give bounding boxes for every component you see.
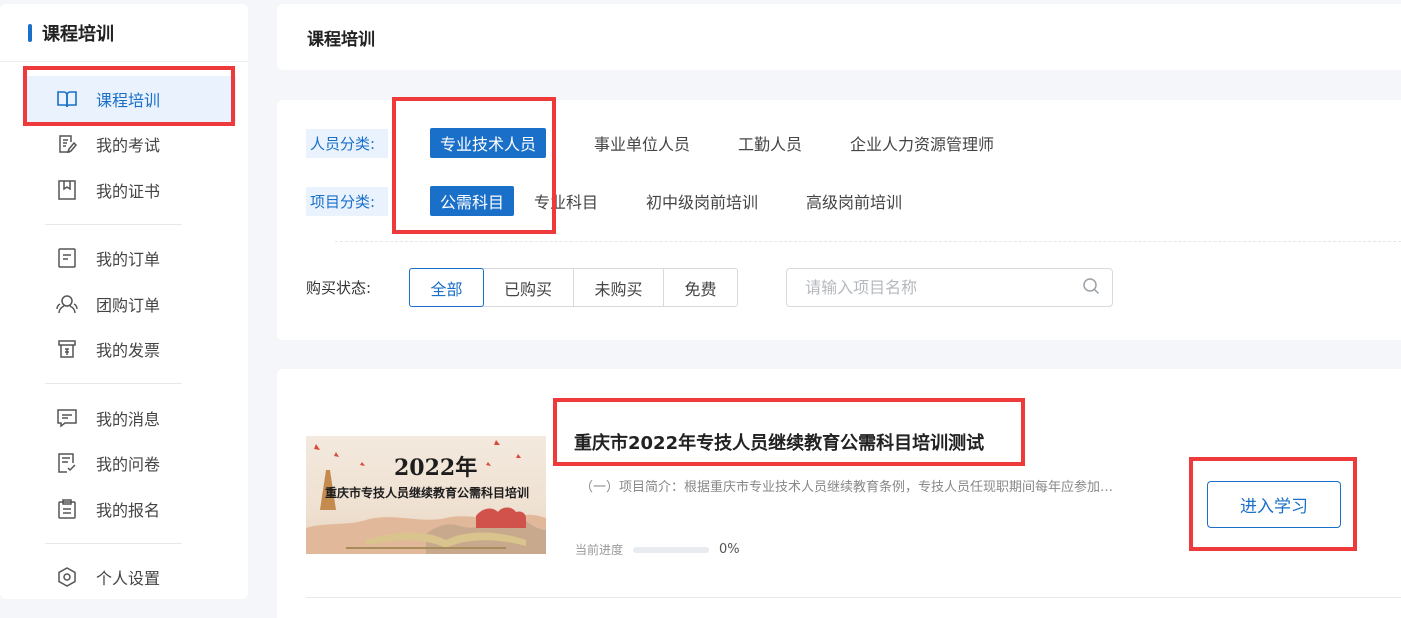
sidebar-item-personal-settings[interactable]: 个人设置: [0, 555, 248, 601]
sidebar-item-course-training[interactable]: 课程培训: [26, 76, 236, 122]
sidebar-item-label: 个人设置: [96, 569, 161, 589]
project-category-row: 项目分类: 公需科目 专业科目 初中级岗前培训 高级岗前培训: [306, 186, 932, 216]
clipboard-icon: [56, 498, 78, 520]
sidebar-title: 课程培训: [42, 23, 114, 45]
purchase-status-segmented: 全部 已购买 未购买 免费: [409, 268, 739, 307]
person-option-worker[interactable]: 工勤人员: [728, 128, 812, 158]
sidebar-item-label: 我的消息: [96, 409, 161, 429]
settings-icon: [56, 566, 78, 588]
bookmark-icon: [56, 179, 78, 201]
purchase-option-not-bought[interactable]: 未购买: [574, 269, 665, 306]
purchase-option-free[interactable]: 免费: [664, 269, 737, 306]
project-category-label: 项目分类:: [306, 186, 388, 216]
project-option-specialty[interactable]: 专业科目: [524, 186, 608, 216]
sidebar-item-label: 课程培训: [96, 90, 161, 110]
book-icon: [56, 88, 78, 110]
filter-divider: [335, 241, 1401, 242]
message-icon: [56, 407, 78, 429]
sidebar-item-label: 我的问卷: [96, 455, 161, 475]
sidebar-item-label: 我的订单: [96, 250, 161, 270]
sidebar-item-label: 团购订单: [96, 295, 161, 315]
thumbnail-year: 2022年: [394, 455, 478, 481]
project-option-public[interactable]: 公需科目: [430, 186, 515, 216]
project-search-input[interactable]: [805, 278, 1083, 297]
thumbnail-title: 重庆市专技人员继续教育公需科目培训: [324, 486, 529, 500]
course-list: 2022年 重庆市专技人员继续教育公需科目培训 重庆市2022年专技人员继续教育…: [277, 369, 1401, 618]
page-title: 课程培训: [307, 29, 375, 50]
sidebar-item-my-surveys[interactable]: 我的问卷: [0, 441, 248, 487]
person-option-hr-manager[interactable]: 企业人力资源管理师: [840, 128, 1004, 158]
course-description: （一）项目简介：根据重庆市专业技术人员继续教育条例，专技人员任现职期间每年应参加…: [580, 480, 1125, 495]
course-thumbnail[interactable]: 2022年 重庆市专技人员继续教育公需科目培训: [306, 436, 546, 554]
sidebar-divider: [45, 542, 182, 544]
person-option-institution[interactable]: 事业单位人员: [584, 128, 700, 158]
sidebar-item-label: 我的考试: [96, 136, 161, 156]
title-accent-bar: [28, 23, 32, 42]
sidebar-item-my-invoices[interactable]: 我的发票: [0, 327, 248, 373]
progress-label: 当前进度: [575, 543, 624, 557]
edit-doc-icon: [56, 133, 78, 155]
purchase-option-bought[interactable]: 已购买: [483, 269, 575, 306]
sidebar: 课程培训 课程培训 我的考试 我的证书 我的订单 团购订单 我的发票 我的消息 …: [0, 4, 248, 599]
project-search-box: [786, 268, 1114, 307]
sidebar-item-my-exams[interactable]: 我的考试: [0, 122, 248, 168]
person-category-row: 人员分类: 专业技术人员 事业单位人员 工勤人员 企业人力资源管理师: [306, 128, 1024, 158]
project-option-junior-pre-job[interactable]: 初中级岗前培训: [636, 186, 768, 216]
sidebar-item-my-certificates[interactable]: 我的证书: [0, 167, 248, 213]
progress-track: [633, 546, 710, 553]
sidebar-item-label: 我的证书: [96, 181, 161, 201]
filter-panel: 人员分类: 专业技术人员 事业单位人员 工勤人员 企业人力资源管理师 项目分类:…: [277, 100, 1401, 340]
purchase-status-row: 购买状态: 全部 已购买 未购买 免费: [306, 268, 1114, 307]
course-progress: 当前进度 0%: [575, 541, 740, 558]
order-icon: [56, 247, 78, 269]
sidebar-item-my-messages[interactable]: 我的消息: [0, 395, 248, 441]
sidebar-item-group-orders[interactable]: 团购订单: [0, 281, 248, 327]
progress-percent: 0%: [719, 542, 740, 557]
purchase-status-label: 购买状态:: [306, 279, 372, 297]
sidebar-item-label: 我的发票: [96, 341, 161, 361]
sidebar-divider: [45, 383, 182, 384]
sidebar-item-my-registrations[interactable]: 我的报名: [0, 486, 248, 532]
course-title[interactable]: 重庆市2022年专技人员继续教育公需科目培训测试: [574, 429, 984, 455]
search-icon[interactable]: [1082, 277, 1100, 299]
enter-study-button[interactable]: 进入学习: [1207, 481, 1341, 528]
page-header: 课程培训: [277, 4, 1401, 70]
course-divider: [306, 597, 1401, 598]
sidebar-item-my-orders[interactable]: 我的订单: [0, 236, 248, 282]
group-icon: [56, 293, 78, 315]
person-category-label: 人员分类:: [306, 128, 388, 158]
survey-icon: [56, 452, 78, 474]
sidebar-header: 课程培训: [0, 4, 248, 62]
person-option-professional[interactable]: 专业技术人员: [430, 128, 547, 158]
purchase-option-all[interactable]: 全部: [409, 268, 485, 307]
invoice-icon: [56, 338, 78, 360]
sidebar-item-label: 我的报名: [96, 500, 161, 520]
sidebar-divider: [45, 223, 182, 225]
sidebar-menu: 课程培训 我的考试 我的证书 我的订单 团购订单 我的发票 我的消息 我的问卷 …: [0, 62, 248, 600]
project-option-senior-pre-job[interactable]: 高级岗前培训: [796, 186, 912, 216]
